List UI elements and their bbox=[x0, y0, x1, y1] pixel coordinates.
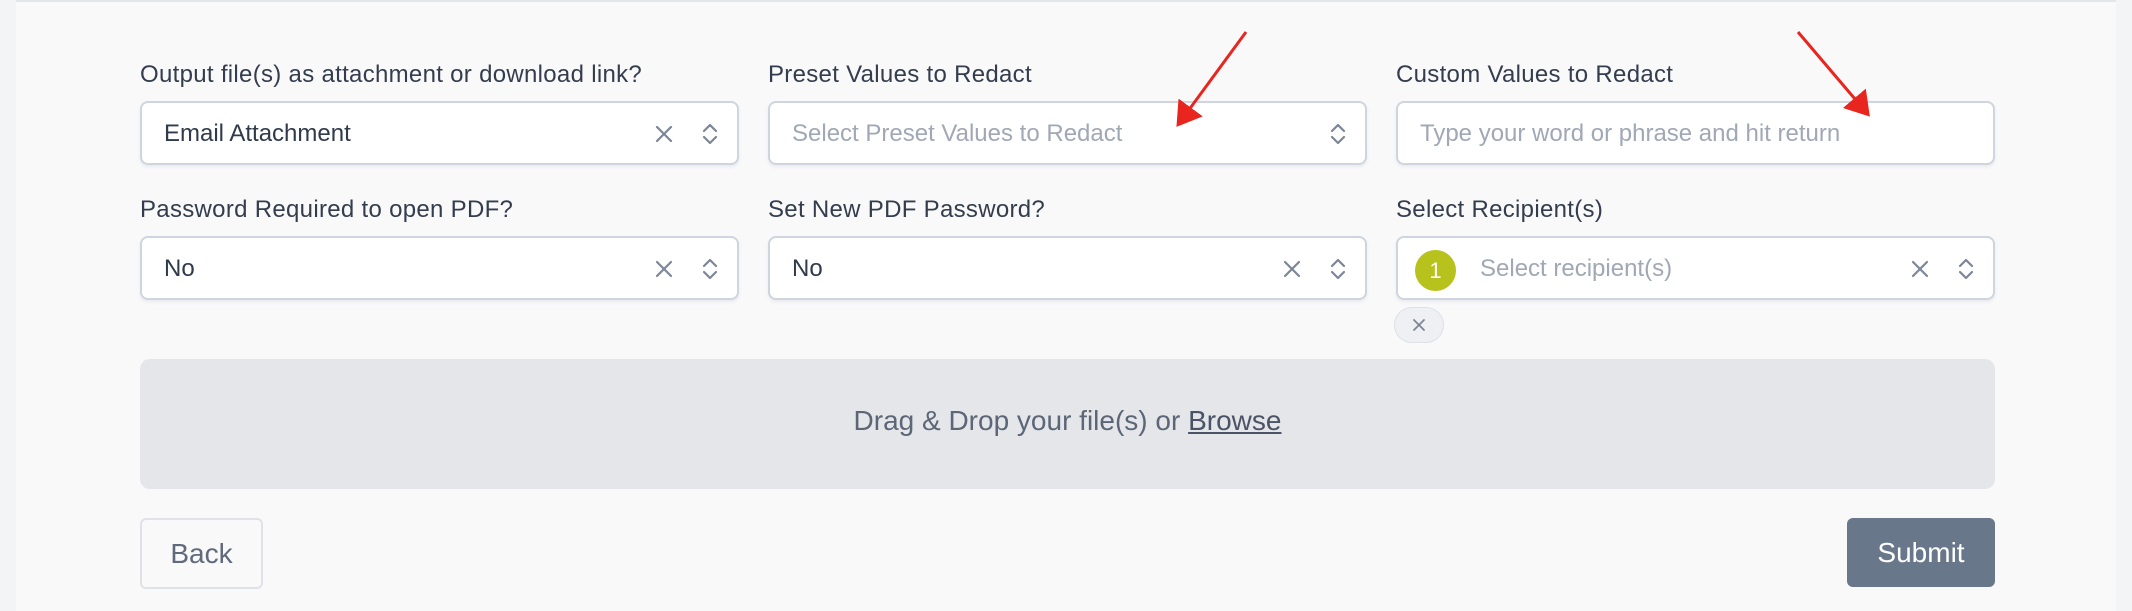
output-mode-label: Output file(s) as attachment or download… bbox=[140, 61, 643, 88]
recipients-count-badge: 1 bbox=[1415, 250, 1456, 291]
chevron-up-down-icon[interactable] bbox=[1326, 121, 1350, 147]
form-panel bbox=[16, 0, 2116, 611]
clear-icon[interactable] bbox=[652, 121, 676, 147]
clear-icon[interactable] bbox=[652, 256, 676, 282]
clear-icon[interactable] bbox=[1908, 256, 1932, 282]
preset-values-select[interactable]: Select Preset Values to Redact bbox=[768, 101, 1367, 165]
recipients-placeholder: Select recipient(s) bbox=[1480, 255, 1673, 282]
browse-link[interactable]: Browse bbox=[1188, 405, 1281, 436]
output-mode-value: Email Attachment bbox=[164, 120, 351, 147]
custom-values-placeholder: Type your word or phrase and hit return bbox=[1420, 120, 1841, 147]
drop-zone-text: Drag & Drop your file(s) or Browse bbox=[140, 405, 1995, 437]
recipients-label: Select Recipient(s) bbox=[1396, 196, 1604, 223]
recipients-select[interactable]: 1 Select recipient(s) bbox=[1396, 236, 1995, 300]
new-password-select[interactable]: No bbox=[768, 236, 1367, 300]
password-required-select[interactable]: No bbox=[140, 236, 739, 300]
back-button[interactable]: Back bbox=[140, 518, 263, 589]
preset-values-label: Preset Values to Redact bbox=[768, 61, 1032, 88]
chevron-up-down-icon[interactable] bbox=[1954, 256, 1978, 282]
chevron-up-down-icon[interactable] bbox=[698, 256, 722, 282]
clear-icon[interactable] bbox=[1280, 256, 1304, 282]
custom-values-label: Custom Values to Redact bbox=[1396, 61, 1674, 88]
custom-values-input[interactable]: Type your word or phrase and hit return bbox=[1396, 101, 1995, 165]
preset-values-placeholder: Select Preset Values to Redact bbox=[792, 120, 1123, 147]
new-password-label: Set New PDF Password? bbox=[768, 196, 1046, 223]
new-password-value: No bbox=[792, 255, 823, 282]
drop-zone-instructions: Drag & Drop your file(s) or bbox=[853, 405, 1181, 436]
password-required-value: No bbox=[164, 255, 195, 282]
password-required-label: Password Required to open PDF? bbox=[140, 196, 514, 223]
output-mode-select[interactable]: Email Attachment bbox=[140, 101, 739, 165]
file-drop-zone[interactable]: Drag & Drop your file(s) or Browse bbox=[140, 359, 1995, 489]
remove-chip-icon[interactable] bbox=[1412, 318, 1426, 332]
chevron-up-down-icon[interactable] bbox=[698, 121, 722, 147]
submit-button[interactable]: Submit bbox=[1847, 518, 1995, 587]
recipient-chip[interactable] bbox=[1394, 307, 1444, 343]
chevron-up-down-icon[interactable] bbox=[1326, 256, 1350, 282]
